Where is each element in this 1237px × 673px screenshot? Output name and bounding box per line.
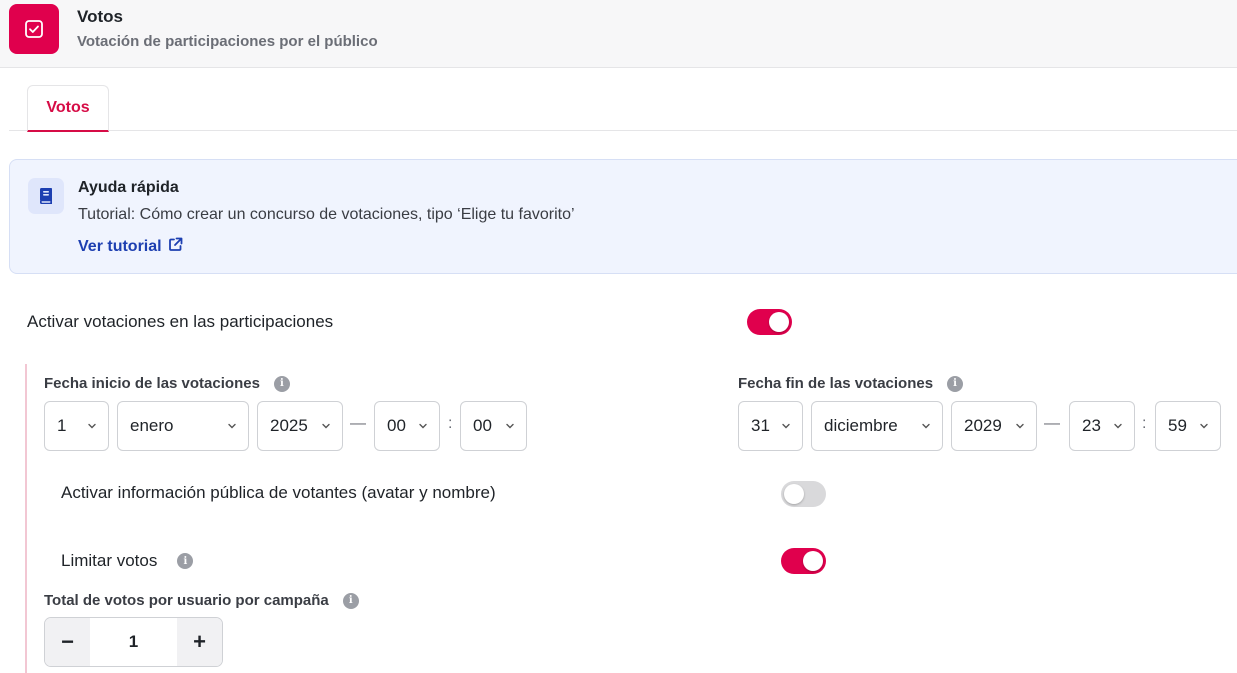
end-date-label-text: Fecha fin de las votaciones (738, 375, 934, 392)
toggle-knob (784, 484, 804, 504)
view-tutorial-label: Ver tutorial (78, 238, 162, 255)
info-icon[interactable]: i (177, 553, 194, 569)
start-year-value: 2025 (270, 416, 308, 435)
help-title: Ayuda rápida (78, 179, 179, 196)
start-hour-value: 00 (387, 416, 406, 435)
votes-per-user-label-text: Total de votos por usuario por campaña (44, 592, 329, 609)
limit-votes-row: Limitar votos i (61, 551, 194, 571)
toggle-knob (769, 312, 789, 332)
limit-votes-label: Limitar votos (61, 551, 158, 570)
end-date-label: Fecha fin de las votaciones i (738, 375, 964, 392)
time-separator: : (448, 415, 453, 432)
start-date-label-text: Fecha inicio de las votaciones (44, 375, 260, 392)
start-minute-select[interactable]: 00 (460, 401, 527, 451)
end-day-value: 31 (751, 416, 770, 435)
start-year-select[interactable]: 2025 (257, 401, 343, 451)
help-text: Tutorial: Cómo crear un concurso de vota… (78, 206, 575, 223)
tab-votos[interactable]: Votos (27, 85, 109, 132)
date-time-separator: — (350, 415, 366, 432)
info-icon[interactable]: i (342, 592, 359, 609)
chevron-down-icon (228, 423, 236, 429)
votes-per-user-label: Total de votos por usuario por campaña i (44, 592, 359, 609)
page-subtitle: Votación de participaciones por el públi… (77, 33, 378, 50)
votes-per-user-value[interactable]: 1 (90, 618, 177, 666)
start-day-select[interactable]: 1 (44, 401, 109, 451)
start-month-value: enero (130, 416, 174, 435)
end-hour-value: 23 (1082, 416, 1101, 435)
decrement-button[interactable]: − (45, 618, 90, 666)
limit-votes-toggle[interactable] (781, 548, 826, 574)
end-month-select[interactable]: diciembre (811, 401, 943, 451)
info-icon[interactable]: i (947, 375, 964, 392)
chevron-down-icon (922, 423, 930, 429)
end-year-value: 2029 (964, 416, 1002, 435)
time-separator: : (1142, 415, 1147, 432)
start-month-select[interactable]: enero (117, 401, 249, 451)
chevron-down-icon (1114, 423, 1122, 429)
public-voters-toggle[interactable] (781, 481, 826, 507)
chevron-down-icon (1016, 423, 1024, 429)
increment-button[interactable]: + (177, 618, 222, 666)
book-icon (28, 178, 64, 214)
end-hour-select[interactable]: 23 (1069, 401, 1135, 451)
section-indent-line (25, 364, 27, 673)
end-day-select[interactable]: 31 (738, 401, 803, 451)
page-header: Votos Votación de participaciones por el… (0, 0, 1237, 68)
chevron-down-icon (419, 423, 427, 429)
checkbox-icon (9, 4, 59, 54)
chevron-down-icon (1200, 423, 1208, 429)
votes-per-user-stepper: − 1 + (44, 617, 223, 667)
activate-voting-label: Activar votaciones en las participacione… (27, 312, 334, 331)
page-title: Votos (77, 7, 123, 26)
toggle-knob (803, 551, 823, 571)
end-month-value: diciembre (824, 416, 898, 435)
view-tutorial-link[interactable]: Ver tutorial (78, 237, 183, 257)
start-date-label: Fecha inicio de las votaciones i (44, 375, 290, 392)
external-link-icon (168, 237, 183, 257)
info-icon[interactable]: i (273, 375, 290, 392)
quick-help-panel: Ayuda rápida Tutorial: Cómo crear un con… (9, 159, 1237, 274)
end-minute-select[interactable]: 59 (1155, 401, 1221, 451)
start-day-value: 1 (57, 416, 67, 435)
date-time-separator: — (1044, 415, 1060, 432)
chevron-down-icon (506, 423, 514, 429)
activate-voting-toggle[interactable] (747, 309, 792, 335)
start-hour-select[interactable]: 00 (374, 401, 440, 451)
end-minute-value: 59 (1168, 416, 1187, 435)
tab-bar: Votos (9, 84, 1237, 132)
chevron-down-icon (88, 423, 96, 429)
end-year-select[interactable]: 2029 (951, 401, 1037, 451)
chevron-down-icon (782, 423, 790, 429)
chevron-down-icon (322, 423, 330, 429)
public-voters-label: Activar información pública de votantes … (61, 483, 496, 502)
start-minute-value: 00 (473, 416, 492, 435)
